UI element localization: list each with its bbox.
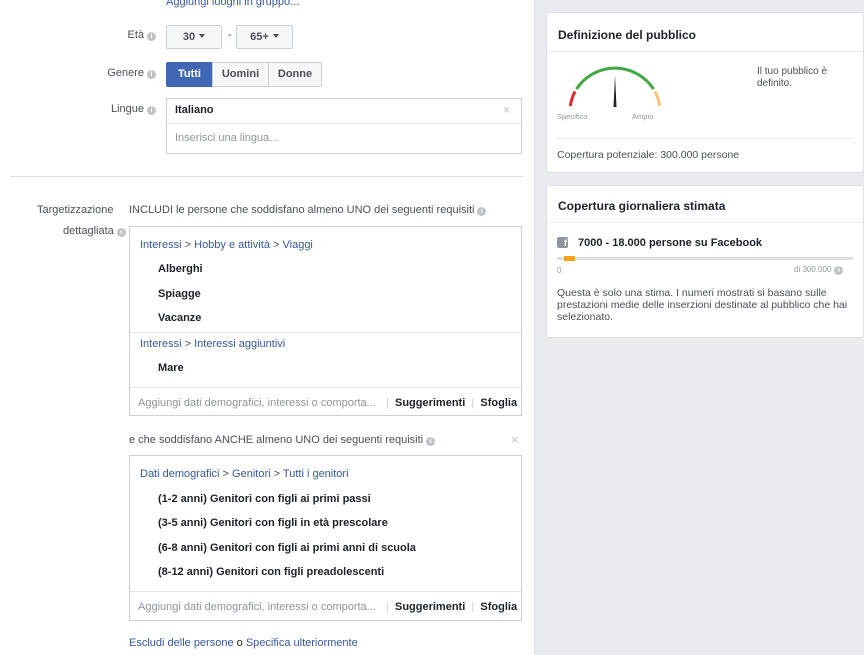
- info-icon[interactable]: i: [116, 228, 126, 237]
- breadcrumb-link[interactable]: Interessi: [140, 239, 182, 251]
- remove-language-icon[interactable]: ×: [503, 103, 510, 117]
- or-text: o: [236, 637, 243, 649]
- audience-definition-title: Definizione del pubblico: [558, 28, 696, 42]
- age-min-select[interactable]: 30: [166, 25, 222, 49]
- audience-gauge-icon: [568, 66, 662, 107]
- targeting-search-input[interactable]: Aggiungi dati demografici, interessi o c…: [138, 601, 376, 613]
- targeting-search-input[interactable]: Aggiungi dati demografici, interessi o c…: [138, 397, 376, 409]
- targeting-item[interactable]: (6-8 anni) Genitori con figli ai primi a…: [158, 542, 416, 554]
- divider: [130, 332, 521, 333]
- daily-reach-title: Copertura giornaliera stimata: [558, 199, 726, 213]
- gender-men-button[interactable]: Uomini: [212, 62, 269, 87]
- browse-button[interactable]: Sfoglia: [480, 397, 517, 409]
- daily-reach-card: Copertura giornaliera stimata f 7000 - 1…: [546, 185, 864, 338]
- age-label: Età i: [60, 29, 156, 41]
- languages-box: Italiano × Inserisci una lingua...: [166, 98, 522, 154]
- suggestions-button[interactable]: Suggerimenti: [395, 601, 465, 613]
- breadcrumb-link[interactable]: Tutti i genitori: [283, 468, 349, 480]
- breadcrumb-link[interactable]: Genitori: [232, 468, 271, 480]
- age-dash: -: [228, 29, 232, 41]
- targeting-panel: Aggiungi luoghi in gruppo... Età i 30 - 6…: [0, 0, 535, 655]
- breadcrumb: Interessi > Hobby e attività > Viaggi: [140, 239, 313, 251]
- divider: [130, 591, 521, 592]
- suggestions-button[interactable]: Suggerimenti: [395, 397, 465, 409]
- breadcrumb: Dati demografici > Genitori > Tutti i ge…: [140, 468, 349, 480]
- targeting-item[interactable]: Mare: [158, 362, 184, 374]
- divider: [547, 222, 863, 223]
- reach-bar-max: di 300.000 i: [794, 265, 844, 275]
- breadcrumb: Interessi > Interessi aggiuntivi: [140, 338, 286, 350]
- targeting-group-1: Interessi > Hobby e attività > Viaggi Al…: [129, 226, 522, 416]
- and-text: e che soddisfano ANCHE almeno UNO dei se…: [129, 434, 436, 446]
- divider: [167, 123, 521, 124]
- browse-button[interactable]: Sfoglia: [480, 601, 517, 613]
- language-input[interactable]: Inserisci una lingua...: [175, 132, 278, 144]
- info-icon[interactable]: i: [147, 70, 156, 79]
- info-icon[interactable]: i: [147, 106, 156, 115]
- targeting-actions: | Suggerimenti | Sfoglia: [386, 601, 518, 613]
- divider: [557, 138, 853, 139]
- daily-reach-range: 7000 - 18.000 persone su Facebook: [578, 237, 763, 249]
- targeting-actions: | Suggerimenti | Sfoglia: [386, 397, 518, 409]
- facebook-icon: f: [557, 237, 568, 248]
- targeting-item[interactable]: (8-12 anni) Genitori con figli preadoles…: [158, 566, 384, 578]
- languages-label: Lingue i: [60, 103, 156, 115]
- age-max-select[interactable]: 65+: [236, 25, 293, 49]
- info-icon[interactable]: i: [477, 207, 487, 216]
- chevron-down-icon: [199, 34, 206, 38]
- reach-bar-fill: [563, 256, 575, 261]
- divider: [130, 387, 521, 388]
- audience-status: Il tuo pubblico è definito.: [757, 66, 828, 89]
- include-text: INCLUDI le persone che soddisfano almeno…: [129, 204, 487, 216]
- breadcrumb-link[interactable]: Viaggi: [283, 239, 313, 251]
- exclude-narrow-row: Escludi delle persone o Specifica ulteri…: [129, 637, 358, 649]
- add-places-link[interactable]: Aggiungi luoghi in gruppo...: [166, 0, 299, 8]
- exclude-people-link[interactable]: Escludi delle persone: [129, 637, 234, 649]
- targeting-group-2: Dati demografici > Genitori > Tutti i ge…: [129, 455, 522, 621]
- divider: [547, 51, 863, 52]
- selected-language: Italiano: [175, 104, 214, 116]
- targeting-item[interactable]: Alberghi: [158, 263, 203, 275]
- reach-note: Questa è solo una stima. I numeri mostra…: [557, 287, 848, 323]
- reach-bar-track: [557, 256, 853, 261]
- gender-women-button[interactable]: Donne: [268, 62, 322, 87]
- audience-definition-card: Definizione del pubblico Specifico Ampio…: [546, 12, 864, 173]
- breadcrumb-link[interactable]: Interessi aggiuntivi: [194, 338, 285, 350]
- info-icon[interactable]: i: [834, 266, 844, 275]
- breadcrumb-link[interactable]: Interessi: [140, 338, 182, 350]
- chevron-down-icon: [272, 34, 279, 38]
- summary-sidebar: Definizione del pubblico Specifico Ampio…: [535, 0, 864, 655]
- gauge-broad-label: Ampio: [632, 112, 654, 121]
- detailed-targeting-label-1: Targetizzazione: [37, 204, 114, 216]
- targeting-item[interactable]: Vacanze: [158, 312, 201, 324]
- breadcrumb-link[interactable]: Hobby e attività: [194, 239, 270, 251]
- info-icon[interactable]: i: [426, 437, 436, 446]
- close-icon[interactable]: ×: [511, 432, 519, 447]
- gauge-specific-label: Specifico: [557, 112, 588, 121]
- narrow-further-link[interactable]: Specifica ulteriormente: [246, 637, 358, 649]
- targeting-item[interactable]: Spiagge: [158, 288, 201, 300]
- breadcrumb-link[interactable]: Dati demografici: [140, 468, 219, 480]
- potential-reach: Copertura potenziale: 300.000 persone: [557, 149, 740, 161]
- detailed-targeting-label-2: dettagliata i: [63, 225, 126, 237]
- info-icon[interactable]: i: [147, 32, 156, 41]
- gender-all-button[interactable]: Tutti: [166, 62, 213, 87]
- gender-label: Genere i: [60, 67, 156, 79]
- section-divider: [10, 176, 523, 177]
- targeting-item[interactable]: (1-2 anni) Genitori con figli ai primi p…: [158, 493, 371, 505]
- reach-bar-min: 0: [557, 266, 562, 275]
- targeting-item[interactable]: (3-5 anni) Genitori con figli in età pre…: [158, 517, 388, 529]
